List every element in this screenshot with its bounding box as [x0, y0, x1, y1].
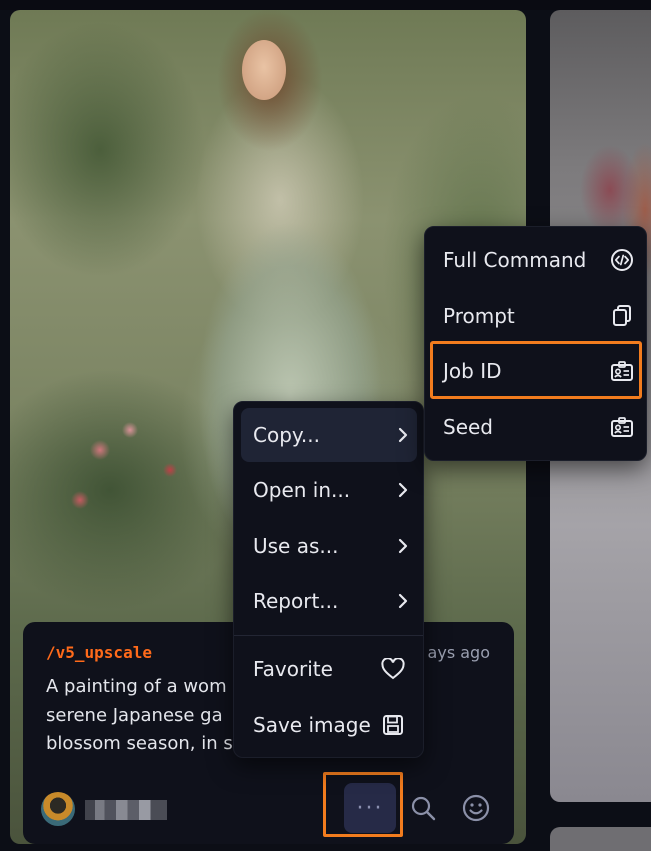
command-tag[interactable]: /v5_upscale	[46, 643, 152, 662]
search-icon[interactable]	[407, 792, 439, 824]
menu-item-label: Open in...	[253, 478, 351, 502]
submenu-item-label: Full Command	[443, 248, 587, 272]
heart-icon	[375, 658, 411, 680]
artwork-face	[242, 40, 286, 100]
chevron-right-icon	[389, 481, 417, 499]
menu-item-copy[interactable]: Copy...	[241, 408, 417, 462]
submenu-item-label: Seed	[443, 415, 493, 439]
menu-item-label: Copy...	[253, 423, 320, 447]
copy-icon	[603, 304, 641, 328]
menu-item-label: Save image	[253, 713, 371, 737]
id-card-icon	[603, 416, 641, 438]
menu-item-label: Use as...	[253, 534, 339, 558]
adjacent-image-below[interactable]	[550, 827, 651, 851]
more-options-highlight	[323, 772, 403, 837]
chevron-right-icon	[389, 537, 417, 555]
floppy-icon	[375, 714, 411, 736]
top-frame	[0, 0, 651, 10]
avatar[interactable]	[41, 792, 75, 826]
menu-item-use-as[interactable]: Use as...	[241, 519, 417, 573]
chevron-right-icon	[389, 426, 417, 444]
submenu-item-full-command[interactable]: Full Command	[431, 233, 641, 287]
menu-item-report[interactable]: Report...	[241, 574, 417, 628]
menu-item-label: Report...	[253, 589, 339, 613]
menu-divider	[234, 635, 423, 636]
code-icon	[603, 248, 641, 272]
timestamp: ays ago	[427, 643, 490, 662]
smiley-icon[interactable]	[460, 792, 492, 824]
menu-item-open-in[interactable]: Open in...	[241, 463, 417, 517]
menu-item-label: Favorite	[253, 657, 333, 681]
artwork-hair	[200, 10, 340, 200]
artwork-flowers	[40, 390, 220, 540]
job-id-highlight	[430, 341, 642, 399]
context-menu: Copy... Open in... Use as... Report... F…	[233, 401, 424, 758]
username-blurred[interactable]	[85, 800, 167, 820]
submenu-item-label: Prompt	[443, 304, 515, 328]
menu-item-save-image[interactable]: Save image	[241, 698, 417, 752]
menu-item-favorite[interactable]: Favorite	[241, 642, 417, 696]
submenu-item-prompt[interactable]: Prompt	[431, 289, 641, 343]
chevron-right-icon	[389, 592, 417, 610]
submenu-item-seed[interactable]: Seed	[431, 400, 641, 454]
